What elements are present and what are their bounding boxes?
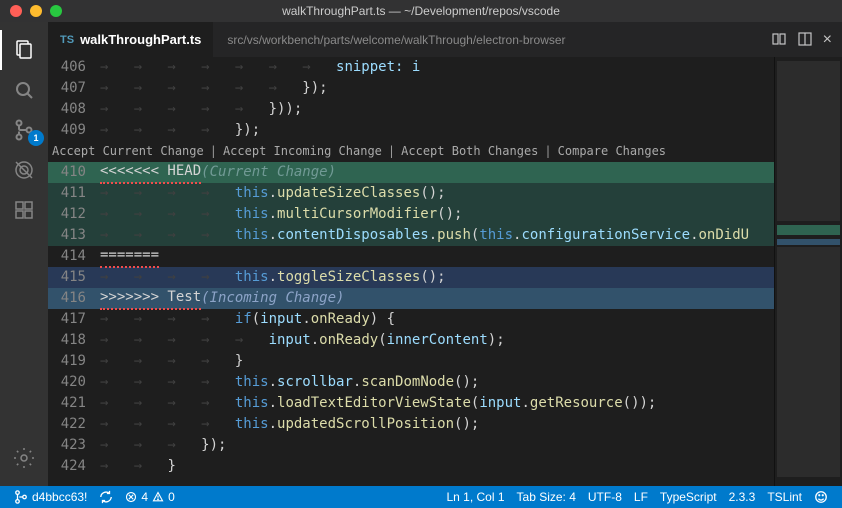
accept-current-link[interactable]: Accept Current Change: [52, 141, 204, 162]
tab-size[interactable]: Tab Size: 4: [511, 490, 582, 504]
scm-icon[interactable]: 1: [0, 110, 48, 150]
encoding[interactable]: UTF-8: [582, 490, 628, 504]
tab-active[interactable]: TS walkThroughPart.ts: [48, 22, 213, 57]
editor-actions: ×: [771, 31, 842, 49]
maximize-window-button[interactable]: [50, 5, 62, 17]
split-editor-icon[interactable]: [797, 31, 813, 49]
editor-area: TS walkThroughPart.ts src/vs/workbench/p…: [48, 22, 842, 486]
code-editor[interactable]: 406→ → → → → → → snippet: i 407→ → → → →…: [48, 57, 774, 486]
explorer-icon[interactable]: [0, 30, 48, 70]
cursor-position[interactable]: Ln 1, Col 1: [440, 490, 510, 504]
extensions-icon[interactable]: [0, 190, 48, 230]
tab-bar: TS walkThroughPart.ts src/vs/workbench/p…: [48, 22, 842, 57]
accept-both-link[interactable]: Accept Both Changes: [401, 141, 538, 162]
status-bar: d4bbcc63! 4 0 Ln 1, Col 1 Tab Size: 4 UT…: [0, 486, 842, 508]
errors-status[interactable]: 4 0: [119, 490, 180, 504]
debug-icon[interactable]: [0, 150, 48, 190]
minimap[interactable]: [774, 57, 842, 486]
merge-head-marker: <<<<<<< HEAD: [100, 161, 201, 184]
close-window-button[interactable]: [10, 5, 22, 17]
compare-changes-link[interactable]: Compare Changes: [558, 141, 666, 162]
eol[interactable]: LF: [628, 490, 654, 504]
language-mode[interactable]: TypeScript: [654, 490, 723, 504]
settings-icon[interactable]: [0, 438, 48, 478]
sync-status[interactable]: [93, 490, 119, 504]
close-icon[interactable]: ×: [823, 31, 832, 49]
breadcrumb: src/vs/workbench/parts/welcome/walkThrou…: [227, 33, 565, 47]
compare-changes-icon[interactable]: [771, 31, 787, 49]
tslint-status[interactable]: TSLint: [761, 490, 808, 504]
merge-codelens: Accept Current Change| Accept Incoming C…: [48, 141, 774, 162]
title-bar: walkThroughPart.ts — ~/Development/repos…: [0, 0, 842, 22]
merge-separator: =======: [100, 245, 159, 268]
git-branch[interactable]: d4bbcc63!: [8, 490, 93, 504]
activity-bar: 1: [0, 22, 48, 486]
window-title: walkThroughPart.ts — ~/Development/repos…: [282, 4, 560, 18]
feedback-icon[interactable]: [808, 490, 834, 504]
merge-incoming-marker: >>>>>>> Test: [100, 287, 201, 310]
scm-badge: 1: [28, 130, 44, 146]
minimize-window-button[interactable]: [30, 5, 42, 17]
accept-incoming-link[interactable]: Accept Incoming Change: [223, 141, 382, 162]
tab-label: walkThroughPart.ts: [80, 32, 201, 47]
typescript-version[interactable]: 2.3.3: [723, 490, 762, 504]
window-controls: [10, 5, 62, 17]
search-icon[interactable]: [0, 70, 48, 110]
typescript-file-icon: TS: [60, 34, 74, 46]
